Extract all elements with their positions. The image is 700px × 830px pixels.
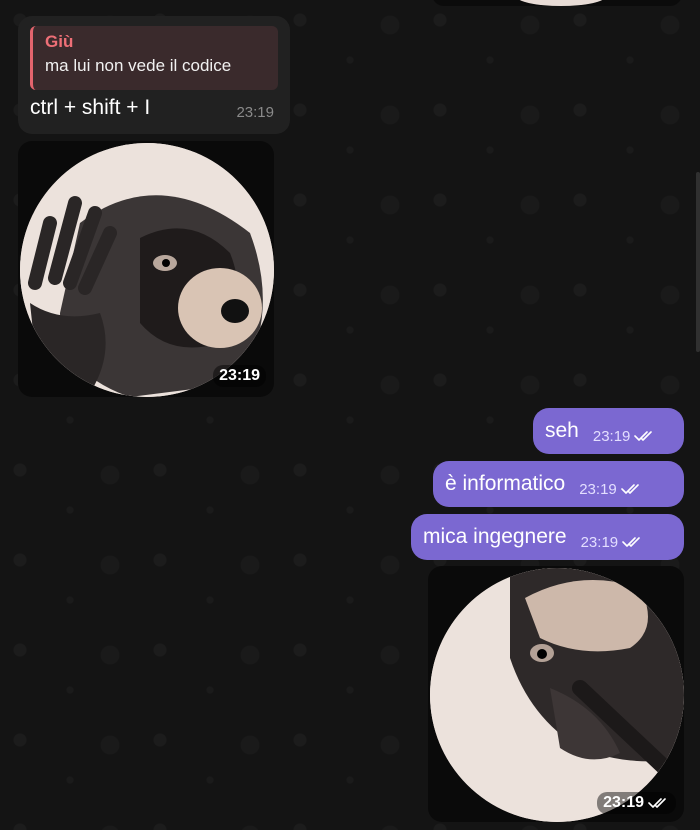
message-time: 23:19 <box>236 104 274 121</box>
message-time: 23:19 <box>580 533 619 551</box>
double-check-icon <box>634 431 653 441</box>
video-time: 23:19 <box>603 794 644 811</box>
outgoing-message-bubble[interactable]: è informatico 23:19 <box>433 461 684 507</box>
double-check-icon <box>620 484 639 494</box>
message-time: 23:19 <box>579 480 617 498</box>
double-check-icon <box>648 798 666 808</box>
raccoon-video-frame <box>20 143 274 397</box>
video-time-badge: 23:19 <box>597 792 676 814</box>
double-check-icon <box>622 537 640 547</box>
chat-scrollbar[interactable] <box>696 172 700 352</box>
message-text: ctrl + shift + I <box>30 96 151 119</box>
message-text: è informatico <box>445 472 566 495</box>
message-time: 23:19 <box>592 427 631 445</box>
reply-quote[interactable]: Giù ma lui non vede il codice <box>30 26 278 90</box>
reply-author: Giù <box>45 32 74 51</box>
outgoing-message-bubble[interactable]: mica ingegnere 23:19 <box>411 514 684 560</box>
outgoing-video-message[interactable]: 23:19 <box>428 566 684 822</box>
raccoon-video-frame <box>430 568 684 822</box>
video-circle-preview <box>516 0 606 6</box>
outgoing-message-bubble[interactable]: seh 23:19 <box>533 408 684 454</box>
incoming-video-message[interactable]: 23:19 <box>18 141 274 397</box>
incoming-message-bubble[interactable]: Giù ma lui non vede il codice ctrl + shi… <box>18 16 290 134</box>
video-thumbnail <box>20 143 274 397</box>
message-text: mica ingegnere <box>423 525 567 548</box>
video-thumbnail <box>430 568 684 822</box>
reply-text: ma lui non vede il codice <box>45 56 232 75</box>
previous-video-message[interactable] <box>432 0 682 6</box>
video-time: 23:19 <box>213 365 266 387</box>
message-text: seh <box>545 419 579 442</box>
